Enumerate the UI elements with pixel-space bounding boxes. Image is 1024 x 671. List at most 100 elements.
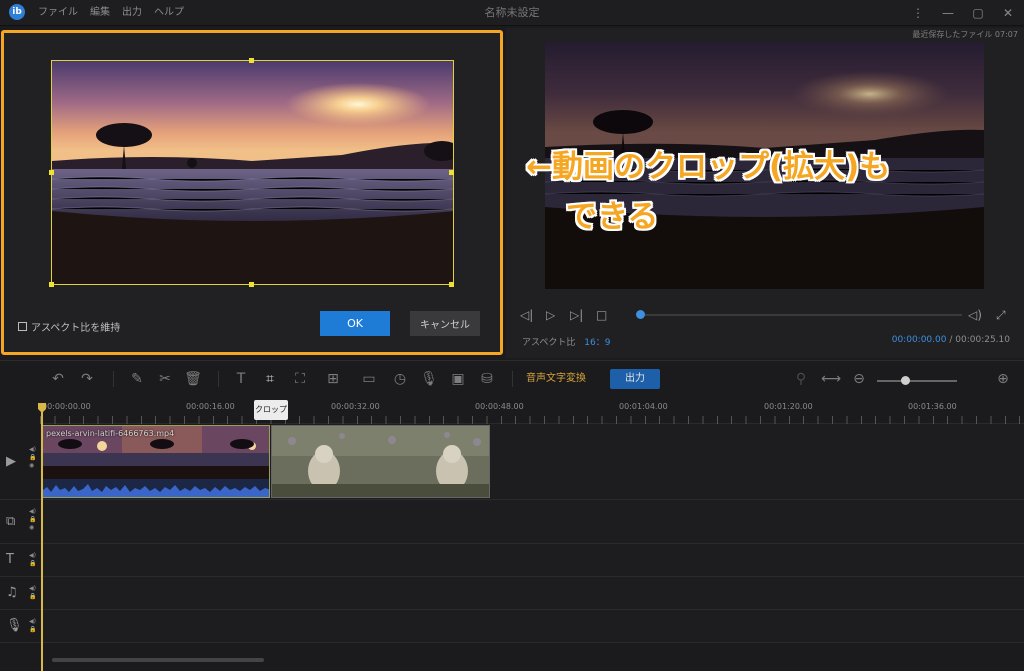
aspect-ratio-label: アスペクト比 <box>522 338 576 348</box>
sunset-video-image <box>52 61 453 284</box>
fit-icon[interactable]: ⛶ <box>291 370 309 388</box>
ruler-label: 00:00:32.00 <box>331 402 380 411</box>
video-clip-dog[interactable] <box>271 425 490 498</box>
time-separator: / <box>949 335 953 345</box>
kebab-icon[interactable]: ⋮ <box>912 6 924 20</box>
time-display: 00:00:00.00 / 00:00:25.10 <box>892 335 1010 345</box>
marker-icon[interactable]: ⚲ <box>792 370 810 388</box>
voice-track-header: 🎙 ◀) 🔒 <box>0 610 40 643</box>
zoom-out-icon[interactable]: ⊖ <box>850 370 868 388</box>
menu-edit[interactable]: 編集 <box>90 0 110 26</box>
keep-aspect-checkbox[interactable]: アスペクト比を維持 <box>18 319 120 334</box>
pencil-icon[interactable]: ✎ <box>128 370 146 388</box>
crop-handle-bottom-right[interactable] <box>449 282 454 287</box>
track-toggle-icons[interactable]: ◀) 🔒 ◉ <box>29 446 36 470</box>
stop-icon[interactable]: □ <box>596 306 607 324</box>
ruler-ticks <box>40 416 1024 424</box>
toolbar-divider <box>218 371 219 387</box>
scissors-icon[interactable]: ✂ <box>156 370 174 388</box>
annotation-line-1: ←動画のクロップ(拡大)も <box>526 149 891 185</box>
video-clip-sunset[interactable]: pexels-arvin-latifi-6466763.mp4 <box>41 425 270 498</box>
annotation-overlay: ←動画のクロップ(拡大)も できる <box>526 142 890 242</box>
volume-icon[interactable]: ◁) <box>968 306 982 324</box>
freeze-frame-icon[interactable]: ▭ <box>360 370 378 388</box>
crop-handle-top[interactable] <box>249 58 254 63</box>
speech-to-text-button[interactable]: 音声文字変換 <box>526 371 586 387</box>
export-button[interactable]: 出力 <box>610 369 660 389</box>
cancel-button[interactable]: キャンセル <box>410 311 480 336</box>
playhead[interactable] <box>41 403 43 671</box>
clip-thumbnail-strip <box>272 426 489 497</box>
maximize-icon[interactable]: ▢ <box>972 6 984 20</box>
crop-tooltip: クロップ <box>254 400 288 420</box>
mosaic-icon[interactable]: ⊞ <box>324 370 342 388</box>
track-toggle-icons[interactable]: ◀) 🔒 ◉ <box>29 508 36 532</box>
recent-save-status[interactable]: 最近保存したファイル 07:07 <box>912 29 1018 40</box>
close-icon[interactable]: ✕ <box>1002 6 1014 20</box>
ok-button[interactable]: OK <box>320 311 390 336</box>
step-back-icon[interactable]: ◁| <box>520 306 533 324</box>
fit-timeline-icon[interactable]: ⟷ <box>821 370 841 388</box>
zoom-in-icon[interactable]: ⊕ <box>994 370 1012 388</box>
timeline-ruler[interactable]: 00:00:00.00 00:00:16.00 00:00:32.00 00:0… <box>40 398 1024 424</box>
menu-help[interactable]: ヘルプ <box>154 0 184 26</box>
menu-export[interactable]: 出力 <box>122 0 142 26</box>
paint-bucket-icon[interactable]: ⛁ <box>478 370 496 388</box>
track-toggle-icons[interactable]: ◀) 🔒 <box>29 552 36 568</box>
toolbar-divider <box>113 371 114 387</box>
crop-handle-right[interactable] <box>449 170 454 175</box>
crop-handle-bottom-left[interactable] <box>49 282 54 287</box>
toolbar-divider <box>512 371 513 387</box>
text-icon[interactable]: T <box>232 370 250 388</box>
playback-progress-bar[interactable] <box>640 314 962 316</box>
ruler-label: 00:01:36.00 <box>908 402 957 411</box>
keep-aspect-label: アスペクト比を維持 <box>31 323 121 334</box>
microphone-icon[interactable]: 🎙 <box>420 370 438 388</box>
voice-track-icon: 🎙 <box>6 618 23 633</box>
ruler-label: 00:00:00.00 <box>42 402 91 411</box>
play-icon[interactable]: ▷ <box>546 306 555 324</box>
track-toggle-icons[interactable]: ◀) 🔒 <box>29 585 36 601</box>
text-track-icon: T <box>6 552 14 567</box>
audio-waveform <box>42 479 269 497</box>
redo-icon[interactable]: ↷ <box>78 370 96 388</box>
timer-icon[interactable]: ◷ <box>391 370 409 388</box>
text-track-header: T ◀) 🔒 <box>0 544 40 577</box>
video-editor-window: ib ファイル 編集 出力 ヘルプ 名称未設定 ⋮ — ▢ ✕ アスペクト比を維… <box>0 0 1024 671</box>
clip-filename: pexels-arvin-latifi-6466763.mp4 <box>46 429 175 438</box>
zoom-slider-knob[interactable] <box>901 376 910 385</box>
crop-handle-left[interactable] <box>49 170 54 175</box>
fullscreen-icon[interactable]: ⤢ <box>996 306 1006 324</box>
playback-progress-knob[interactable] <box>636 310 645 319</box>
window-controls: ⋮ — ▢ ✕ <box>912 0 1014 26</box>
waveform-graphic <box>42 484 269 497</box>
aspect-ratio-value[interactable]: 16：9 <box>584 338 610 348</box>
crop-icon[interactable]: ⌗ <box>261 370 279 388</box>
aspect-ratio-display: アスペクト比 16：9 <box>522 335 610 348</box>
annotation-line-2: できる <box>566 199 659 235</box>
music-track[interactable] <box>40 577 1024 610</box>
menu-file[interactable]: ファイル <box>38 0 78 26</box>
checkbox-icon[interactable] <box>18 322 27 331</box>
track-toggle-icons[interactable]: ◀) 🔒 <box>29 618 36 634</box>
overlay-track-header: ⧉ ◀) 🔒 ◉ <box>0 500 40 544</box>
music-track-icon: ♫ <box>6 585 18 600</box>
overlay-track[interactable] <box>40 500 1024 544</box>
trash-icon[interactable]: 🗑 <box>184 370 202 388</box>
video-track-icon: ▶ <box>6 454 16 469</box>
zoom-slider[interactable] <box>877 380 957 382</box>
ruler-label: 00:01:04.00 <box>619 402 668 411</box>
title-bar: ib ファイル 編集 出力 ヘルプ 名称未設定 ⋮ — ▢ ✕ <box>0 0 1024 26</box>
timeline-horizontal-scrollbar[interactable] <box>52 658 264 662</box>
crop-video-frame[interactable] <box>51 60 454 285</box>
preview-panel: 最近保存したファイル 07:07 ←動画のクロップ(拡大)も できる ◁| ▷ … <box>506 28 1024 358</box>
step-forward-icon[interactable]: ▷| <box>570 306 583 324</box>
text-track[interactable] <box>40 544 1024 577</box>
voice-track[interactable] <box>40 610 1024 643</box>
screen-record-icon[interactable]: ▣ <box>449 370 467 388</box>
crop-handle-bottom[interactable] <box>249 282 254 287</box>
minimize-icon[interactable]: — <box>942 6 954 20</box>
total-time: 00:00:25.10 <box>955 335 1010 345</box>
undo-icon[interactable]: ↶ <box>49 370 67 388</box>
crop-dialog: アスペクト比を維持 OK キャンセル <box>1 30 503 355</box>
